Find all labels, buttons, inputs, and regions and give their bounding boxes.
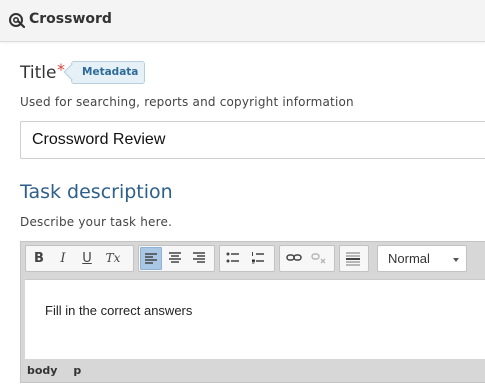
alignment-group — [138, 245, 215, 272]
metadata-button[interactable]: Metadata — [71, 61, 146, 84]
task-description-help: Describe your task here. — [20, 215, 173, 229]
title-input[interactable] — [20, 121, 485, 159]
list-group — [219, 245, 275, 272]
numbered-list-button[interactable] — [248, 247, 270, 270]
remove-format-button[interactable]: Tx — [102, 247, 124, 270]
element-path-bar: body p — [27, 364, 93, 377]
align-left-icon — [145, 253, 157, 264]
horizontal-rule-icon — [346, 252, 360, 266]
link-icon — [286, 254, 302, 261]
align-right-icon — [193, 252, 205, 263]
italic-button[interactable]: I — [52, 247, 74, 270]
horizontal-rule-group — [339, 245, 369, 272]
crossword-app-icon — [9, 13, 25, 28]
align-right-button[interactable] — [189, 247, 211, 270]
bold-button[interactable]: B — [28, 247, 50, 270]
align-left-button[interactable] — [140, 247, 162, 270]
format-dropdown-value: Normal — [388, 251, 430, 266]
align-center-button[interactable] — [165, 247, 187, 270]
bulleted-list-button[interactable] — [223, 247, 245, 270]
horizontal-rule-button[interactable] — [343, 247, 365, 270]
editor-toolbar: B I U Tx Normal — [21, 242, 485, 278]
unlink-button[interactable] — [308, 247, 330, 270]
app-header: Crossword — [0, 0, 485, 42]
format-dropdown[interactable]: Normal — [377, 245, 467, 272]
editor-paragraph: Fill in the correct answers — [45, 303, 193, 318]
required-indicator: * — [57, 60, 65, 79]
align-center-icon — [169, 252, 181, 263]
title-label: Title — [20, 63, 57, 83]
title-help-text: Used for searching, reports and copyrigh… — [20, 95, 354, 109]
underline-button[interactable]: U — [76, 247, 98, 270]
path-item-body[interactable]: body — [27, 364, 57, 377]
link-group — [279, 245, 335, 272]
link-button[interactable] — [283, 247, 305, 270]
unlink-icon — [311, 253, 326, 264]
path-item-p[interactable]: p — [73, 364, 81, 377]
task-description-heading: Task description — [20, 181, 173, 203]
numbered-list-icon — [252, 252, 264, 264]
rich-text-editor: B I U Tx Normal Fill in the correct answ… — [20, 241, 485, 383]
editor-content-area[interactable]: Fill in the correct answers — [25, 279, 485, 359]
bulleted-list-icon — [226, 252, 239, 263]
app-title: Crossword — [29, 11, 112, 27]
basic-styles-group: B I U Tx — [25, 245, 134, 272]
chevron-down-icon — [453, 258, 459, 262]
